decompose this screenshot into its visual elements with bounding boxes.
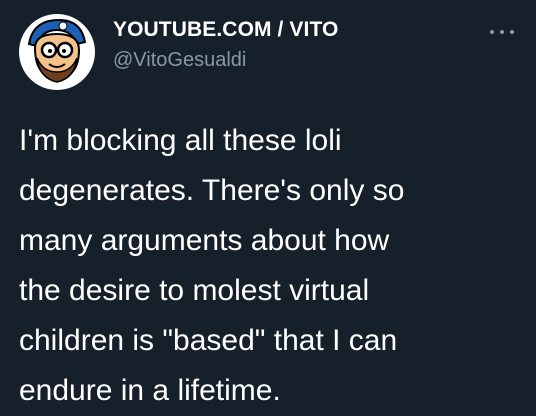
more-horizontal-icon: [490, 30, 494, 34]
tweet-text-line: endure in a lifetime.: [19, 374, 281, 407]
cartoon-avatar-icon: [27, 18, 87, 83]
tweet-text-line: I'm blocking all these loli: [19, 124, 342, 157]
tweet-card: YOUTUBE.COM / VITO @VitoGesualdi I'm blo…: [0, 0, 536, 412]
author-avatar[interactable]: [19, 14, 95, 90]
more-options-button[interactable]: [484, 20, 520, 44]
more-horizontal-icon: [500, 30, 504, 34]
tweet-text-line: many arguments about how: [19, 224, 390, 257]
author-handle[interactable]: @VitoGesualdi: [113, 49, 246, 72]
tweet-text-line: children is "based" that I can: [19, 324, 398, 357]
tweet-text: I'm blocking all these loli degenerates.…: [19, 116, 519, 416]
author-display-name[interactable]: YOUTUBE.COM / VITO: [113, 18, 338, 42]
tweet-text-line: degenerates. There's only so: [19, 174, 405, 207]
tweet-text-line: the desire to molest virtual: [19, 274, 370, 307]
more-horizontal-icon: [510, 30, 514, 34]
